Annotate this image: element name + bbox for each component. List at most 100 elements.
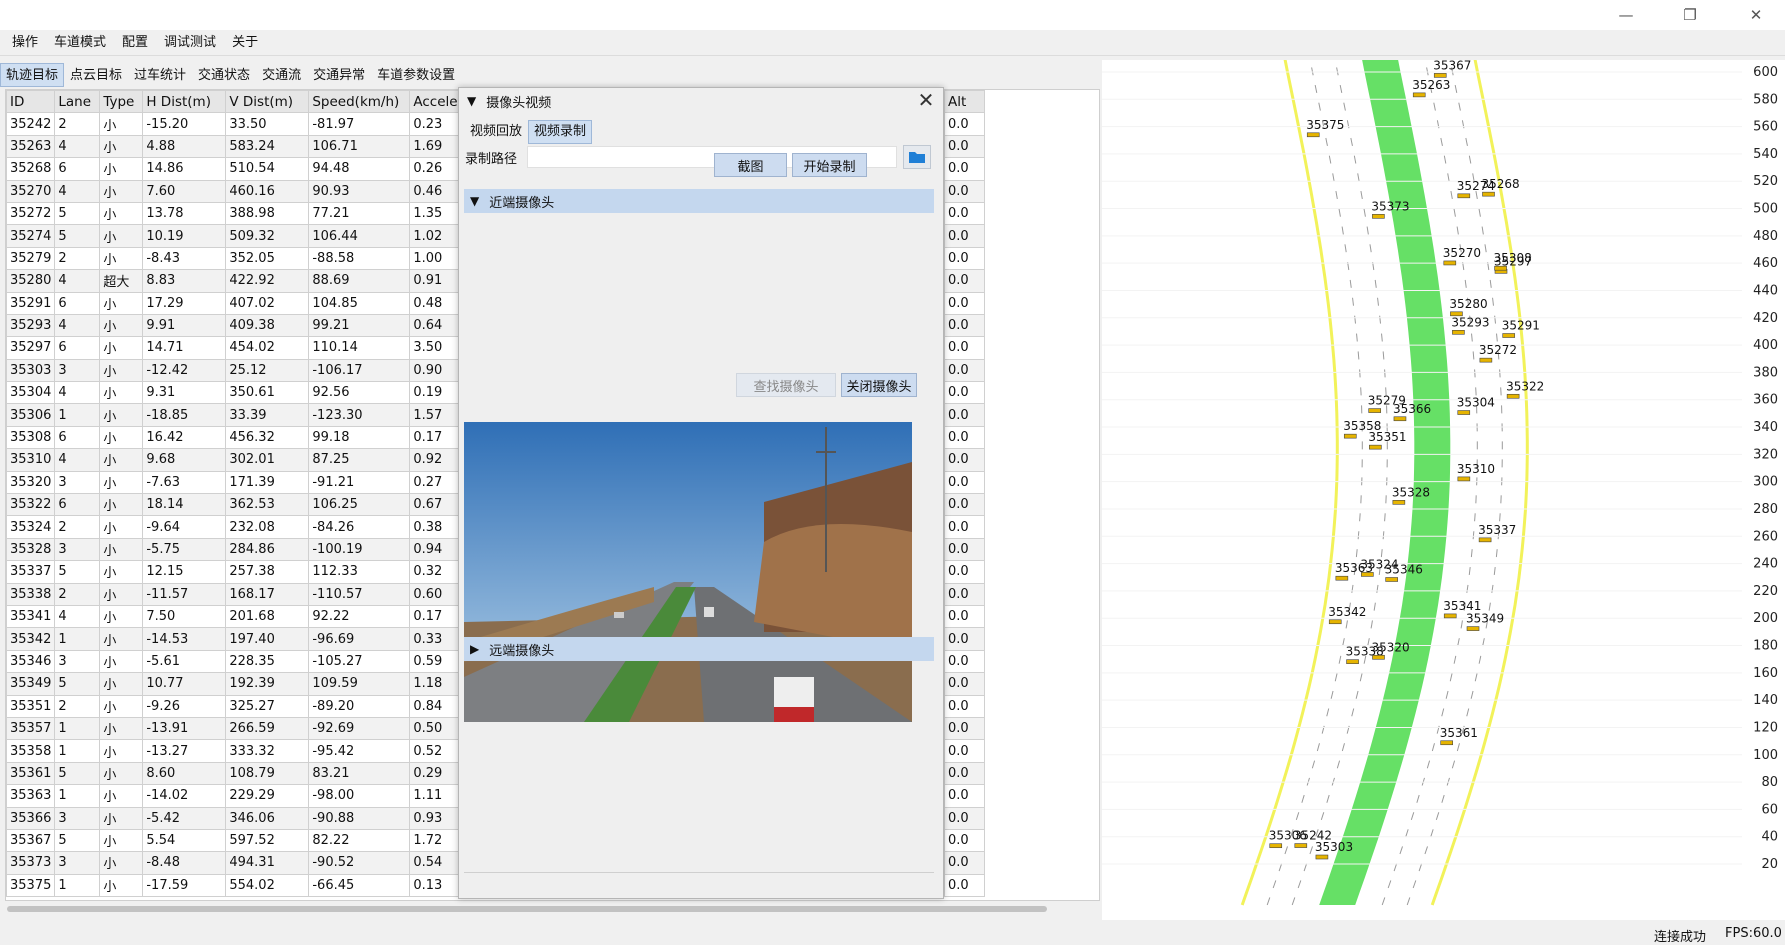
far-camera-section[interactable]: ▶ 远端摄像头 [464, 637, 934, 661]
y-tick-label: 40 [1761, 830, 1778, 845]
vehicle-marker [1443, 613, 1457, 619]
column-header[interactable]: H Dist(m) [142, 90, 227, 114]
y-tick-label: 500 [1753, 202, 1778, 217]
table-cell: 16.42 [142, 425, 227, 450]
tab-lane-params[interactable]: 车道参数设置 [371, 63, 461, 87]
menu-about[interactable]: 关于 [224, 30, 266, 56]
vehicle-marker [1328, 619, 1342, 625]
table-cell: 192.39 [225, 672, 310, 696]
y-tick-label: 220 [1753, 584, 1778, 599]
column-header[interactable]: Lane [54, 90, 101, 114]
vehicle-id-label: 35337 [1478, 523, 1516, 537]
tab-traffic-flow[interactable]: 交通流 [256, 63, 307, 87]
tab-traffic-anomaly[interactable]: 交通异常 [307, 63, 371, 87]
table-cell: -96.69 [308, 627, 411, 651]
column-header[interactable]: ID [6, 90, 56, 114]
table-cell: 0.0 [944, 672, 985, 696]
table-cell: 小 [99, 784, 144, 808]
table-cell: 346.06 [225, 806, 310, 830]
vehicle-marker [1372, 654, 1385, 660]
table-cell: 35304 [6, 381, 56, 405]
table-cell: 14.86 [142, 157, 227, 181]
table-cell: -92.69 [308, 716, 411, 741]
y-tick-label: 200 [1753, 611, 1778, 626]
menu-config[interactable]: 配置 [114, 30, 156, 56]
table-cell: 35338 [6, 582, 56, 606]
close-camera-button[interactable]: 关闭摄像头 [841, 373, 917, 397]
y-tick-label: 380 [1753, 365, 1778, 380]
vehicle-marker [1385, 577, 1398, 582]
table-cell: 小 [99, 336, 144, 360]
table-cell: 35242 [6, 112, 56, 136]
table-cell: 104.85 [308, 291, 411, 315]
restore-button[interactable]: ❐ [1662, 0, 1718, 30]
table-cell: -5.42 [142, 806, 227, 830]
near-camera-section[interactable]: ▼ 近端摄像头 [464, 189, 934, 213]
table-cell: 0.0 [944, 336, 985, 360]
vehicle-marker [1466, 626, 1480, 631]
table-cell: 35351 [6, 694, 56, 718]
column-header[interactable]: Speed(km/h) [308, 90, 411, 114]
table-cell: 6 [54, 291, 101, 315]
road-edge-left [1240, 44, 1339, 906]
tab-track-targets[interactable]: 轨迹目标 [0, 63, 65, 87]
minimize-button[interactable]: — [1598, 0, 1654, 30]
table-cell: 9.68 [142, 448, 227, 472]
dialog-title-bar[interactable]: ▼ 摄像头视频 ✕ [459, 88, 943, 114]
table-cell: 1 [54, 627, 101, 651]
table-cell: 小 [99, 448, 144, 472]
road-map-canvas[interactable]: 600 580 560 540 520 500 480 460 440 420 400 380 360 3… [1102, 44, 1785, 920]
table-cell: 4 [54, 448, 101, 472]
table-cell: 小 [99, 694, 144, 718]
close-window-button[interactable]: ✕ [1728, 0, 1784, 30]
table-cell: 2 [54, 694, 101, 718]
column-header[interactable]: Alt [944, 90, 985, 114]
table-cell: 0.0 [944, 627, 985, 651]
column-header[interactable]: V Dist(m) [225, 90, 310, 114]
main-tabs: 轨迹目标 点云目标 过车统计 交通状态 交通流 交通异常 车道参数设置 [0, 63, 480, 87]
table-cell: 35361 [6, 761, 56, 786]
connection-status: 连接成功 [1654, 930, 1707, 945]
snapshot-button[interactable]: 截图 [714, 153, 787, 177]
vehicle-marker [1393, 416, 1407, 422]
menu-debug[interactable]: 调试测试 [156, 30, 224, 56]
y-tick-label: 140 [1753, 693, 1778, 708]
tab-video-playback[interactable]: 视频回放 [464, 120, 528, 144]
table-cell: 35366 [6, 806, 56, 830]
table-cell: 35349 [6, 672, 56, 696]
table-cell: 456.32 [225, 425, 310, 450]
table-cell: -9.64 [142, 515, 227, 539]
table-cell: 0.0 [944, 560, 985, 584]
table-cell: 35274 [6, 224, 56, 248]
start-record-button[interactable]: 开始录制 [792, 153, 867, 177]
table-cell: 4 [54, 604, 101, 629]
tab-traffic-state[interactable]: 交通状态 [192, 63, 256, 87]
table-cell: 35280 [6, 269, 56, 293]
table-cell: 88.69 [308, 269, 411, 293]
find-camera-button[interactable]: 查找摄像头 [736, 373, 836, 397]
table-cell: 4 [54, 381, 101, 405]
tab-pointcloud-targets[interactable]: 点云目标 [64, 63, 128, 87]
tab-vehicle-stats[interactable]: 过车统计 [128, 63, 192, 87]
vehicle-marker [1269, 843, 1283, 849]
column-header[interactable]: Type [99, 90, 144, 114]
table-cell: 小 [99, 672, 144, 696]
expand-icon: ▶ [470, 642, 480, 656]
table-cell: 362.53 [225, 493, 310, 517]
table-cell: 7.60 [142, 179, 227, 203]
table-cell: 6 [54, 336, 101, 360]
vehicle-marker [1457, 476, 1471, 482]
vehicle-marker [1315, 854, 1329, 860]
collapse-icon[interactable]: ▼ [467, 94, 476, 108]
menu-operate[interactable]: 操作 [4, 30, 46, 56]
menu-lane-mode[interactable]: 车道模式 [46, 30, 114, 56]
vehicle-marker [1494, 265, 1507, 271]
tab-video-record[interactable]: 视频录制 [528, 120, 593, 144]
table-cell: 350.61 [225, 381, 310, 405]
horizontal-scrollbar[interactable] [5, 903, 1100, 915]
close-icon[interactable]: ✕ [915, 89, 937, 111]
folder-icon[interactable] [903, 145, 931, 169]
scrollbar-thumb[interactable] [7, 906, 1047, 912]
table-cell: 35363 [6, 784, 56, 808]
vehicle-id-label: 35349 [1466, 612, 1504, 626]
